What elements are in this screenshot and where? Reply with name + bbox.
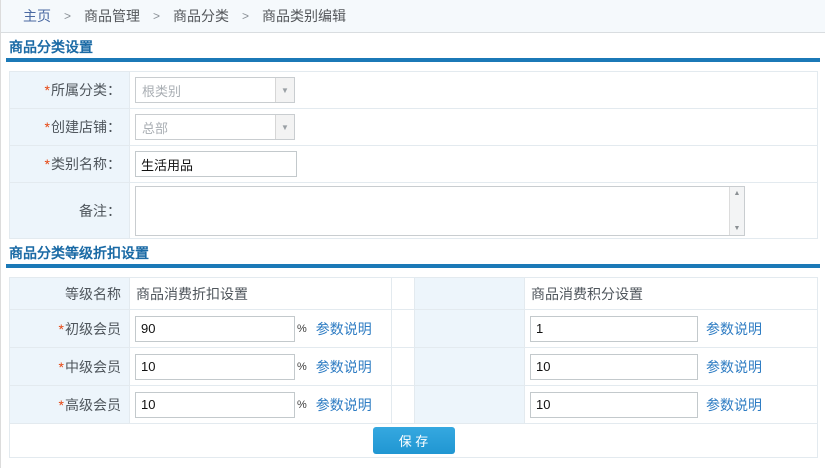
- required-marker: *: [59, 359, 64, 375]
- junior-level-label-cell: *初级会员: [10, 310, 130, 348]
- junior-points-input[interactable]: [530, 316, 698, 342]
- header-level-name: 等级名称: [10, 278, 130, 310]
- required-marker: *: [59, 397, 64, 413]
- form-row-remark: 备注： ▲ ▼: [10, 183, 818, 239]
- section-rule: [6, 264, 820, 268]
- breadcrumb-separator-icon: >: [153, 9, 160, 23]
- percent-sign: %: [297, 399, 307, 411]
- parent-category-label: 所属分类：: [51, 82, 121, 98]
- form-row-parent-category: *所属分类： 根类别 ▼: [10, 72, 818, 109]
- category-settings-form: *所属分类： 根类别 ▼ *创建店铺： 总部 ▼ *类别名称：: [9, 71, 818, 239]
- breadcrumb-item-category-edit: 商品类别编辑: [262, 6, 346, 26]
- junior-discount-input[interactable]: [135, 316, 295, 342]
- percent-sign: %: [297, 323, 307, 335]
- chevron-down-icon: ▼: [275, 78, 294, 102]
- store-selected-value: 总部: [136, 118, 275, 137]
- scroll-down-icon[interactable]: ▼: [734, 225, 741, 232]
- store-label: 创建店铺：: [51, 119, 121, 135]
- intermediate-level-label-cell: *中级会员: [10, 348, 130, 386]
- remark-label-cell: 备注：: [10, 183, 130, 239]
- breadcrumb: 主页 > 商品管理 > 商品分类 > 商品类别编辑: [1, 0, 825, 33]
- spacer-cell: [415, 348, 525, 386]
- senior-level-label: 高级会员: [65, 397, 121, 413]
- chevron-down-icon: ▼: [275, 115, 294, 139]
- breadcrumb-item-product-category[interactable]: 商品分类: [173, 6, 229, 26]
- senior-level-label-cell: *高级会员: [10, 386, 130, 424]
- breadcrumb-separator-icon: >: [242, 9, 249, 23]
- spacer-cell: [415, 310, 525, 348]
- senior-points-input[interactable]: [530, 392, 698, 418]
- percent-sign: %: [297, 361, 307, 373]
- page: 主页 > 商品管理 > 商品分类 > 商品类别编辑 商品分类设置 *所属分类： …: [0, 0, 825, 468]
- parent-category-selected-value: 根类别: [136, 81, 275, 100]
- senior-points-param-link[interactable]: 参数说明: [706, 395, 762, 415]
- parent-category-label-cell: *所属分类：: [10, 72, 130, 109]
- section-title-grade-discount: 商品分类等级折扣设置: [9, 245, 825, 262]
- parent-category-select[interactable]: 根类别 ▼: [135, 77, 295, 103]
- intermediate-discount-input[interactable]: [135, 354, 295, 380]
- grade-table-header-row: 等级名称 商品消费折扣设置 商品消费积分设置: [10, 278, 818, 310]
- form-row-category-name: *类别名称：: [10, 146, 818, 183]
- button-row: 保 存: [10, 424, 818, 458]
- spacer-cell: [415, 386, 525, 424]
- scroll-up-icon[interactable]: ▲: [734, 190, 741, 197]
- grade-row-senior: *高级会员 % 参数说明 参数说明: [10, 386, 818, 424]
- required-marker: *: [59, 321, 64, 337]
- form-row-store: *创建店铺： 总部 ▼: [10, 109, 818, 146]
- breadcrumb-item-home[interactable]: 主页: [23, 6, 51, 26]
- store-select[interactable]: 总部 ▼: [135, 114, 295, 140]
- required-marker: *: [45, 156, 50, 172]
- store-label-cell: *创建店铺：: [10, 109, 130, 146]
- intermediate-discount-param-link[interactable]: 参数说明: [316, 357, 372, 377]
- category-name-input[interactable]: [135, 151, 297, 177]
- senior-discount-param-link[interactable]: 参数说明: [316, 395, 372, 415]
- intermediate-points-param-link[interactable]: 参数说明: [706, 357, 762, 377]
- junior-discount-param-link[interactable]: 参数说明: [316, 319, 372, 339]
- junior-level-label: 初级会员: [65, 321, 121, 337]
- intermediate-points-input[interactable]: [530, 354, 698, 380]
- remark-textarea-wrap: ▲ ▼: [135, 186, 745, 236]
- grade-row-junior: *初级会员 % 参数说明 参数说明: [10, 310, 818, 348]
- spacer-cell: [415, 278, 525, 310]
- remark-textarea[interactable]: [136, 187, 729, 235]
- header-discount-settings: 商品消费折扣设置: [130, 278, 392, 310]
- save-button[interactable]: 保 存: [373, 427, 455, 454]
- required-marker: *: [45, 119, 50, 135]
- remark-label: 备注：: [79, 203, 121, 219]
- section-rule: [6, 58, 820, 62]
- category-name-label-cell: *类别名称：: [10, 146, 130, 183]
- breadcrumb-item-product-management[interactable]: 商品管理: [84, 6, 140, 26]
- intermediate-level-label: 中级会员: [65, 359, 121, 375]
- header-points-settings: 商品消费积分设置: [525, 278, 818, 310]
- senior-discount-input[interactable]: [135, 392, 295, 418]
- grade-row-intermediate: *中级会员 % 参数说明 参数说明: [10, 348, 818, 386]
- textarea-scrollbar[interactable]: ▲ ▼: [729, 187, 744, 235]
- grade-discount-table: 等级名称 商品消费折扣设置 商品消费积分设置 *初级会员 % 参数说明: [9, 277, 818, 458]
- required-marker: *: [45, 82, 50, 98]
- junior-points-param-link[interactable]: 参数说明: [706, 319, 762, 339]
- category-name-label: 类别名称：: [51, 156, 121, 172]
- breadcrumb-separator-icon: >: [64, 9, 71, 23]
- section-title-category-settings: 商品分类设置: [9, 39, 825, 56]
